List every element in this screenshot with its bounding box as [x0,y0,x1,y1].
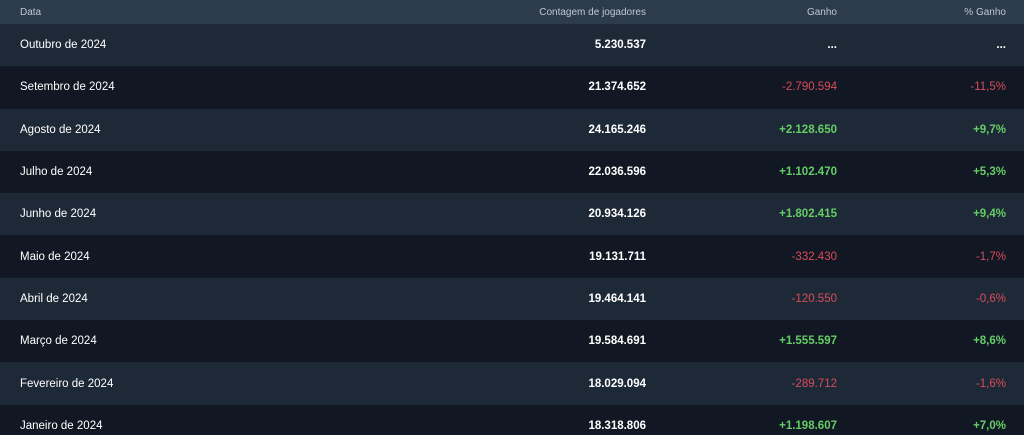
table-row: Agosto de 2024 24.165.246 +2.128.650 +9,… [0,108,1024,151]
row-gain: +1.802.415 [779,208,837,221]
table-row: Abril de 2024 19.464.141 -120.550 -0,6% [0,277,1024,321]
header-player-count[interactable]: Contagem de jogadores [360,7,646,18]
row-percent-gain: ... [996,39,1006,52]
table-row: Fevereiro de 2024 18.029.094 -289.712 -1… [0,362,1024,405]
row-gain: +2.128.650 [779,123,837,136]
row-date: Março de 2024 [20,335,97,348]
table-row: Junho de 2024 20.934.126 +1.802.415 +9,4… [0,193,1024,236]
row-gain: +1.102.470 [779,166,837,179]
header-percent-gain[interactable]: % Ganho [837,7,1006,18]
row-player-count: 18.029.094 [588,377,646,390]
row-player-count: 22.036.596 [588,166,646,179]
table-row: Janeiro de 2024 18.318.806 +1.198.607 +7… [0,404,1024,435]
row-gain: -332.430 [791,250,837,263]
row-gain: ... [827,39,837,52]
row-gain: +1.198.607 [779,419,837,432]
row-percent-gain: -11,5% [970,81,1006,94]
row-percent-gain: +8,6% [973,335,1006,348]
table-header: Data Contagem de jogadores Ganho % Ganho [0,0,1024,24]
row-date: Agosto de 2024 [20,123,101,136]
row-gain: +1.555.597 [779,335,837,348]
row-date: Janeiro de 2024 [20,419,103,432]
row-percent-gain: +7,0% [973,419,1006,432]
row-player-count: 5.230.537 [594,39,646,52]
row-date: Setembro de 2024 [20,81,115,94]
row-gain: -289.712 [791,377,837,390]
row-player-count: 24.165.246 [588,123,646,136]
header-gain[interactable]: Ganho [646,7,837,18]
row-player-count: 18.318.806 [588,419,646,432]
row-date: Junho de 2024 [20,208,97,221]
table-row: Setembro de 2024 21.374.652 -2.790.594 -… [0,66,1024,109]
row-percent-gain: -1,6% [975,377,1006,390]
row-date: Julho de 2024 [20,166,93,179]
row-date: Maio de 2024 [20,250,90,263]
row-percent-gain: +5,3% [973,166,1006,179]
table-row: Março de 2024 19.584.691 +1.555.597 +8,6… [0,320,1024,363]
row-player-count: 21.374.652 [588,81,646,94]
row-player-count: 19.464.141 [588,292,646,305]
row-date: Fevereiro de 2024 [20,377,114,390]
row-percent-gain: -0,6% [975,292,1006,305]
row-percent-gain: +9,4% [973,208,1006,221]
row-player-count: 19.584.691 [588,335,646,348]
row-date: Abril de 2024 [20,292,88,305]
table-row: Outubro de 2024 5.230.537 ... ... [0,24,1024,67]
header-date[interactable]: Data [0,7,360,18]
row-player-count: 19.131.711 [589,250,646,263]
row-percent-gain: -1,7% [975,250,1006,263]
table-row: Julho de 2024 22.036.596 +1.102.470 +5,3… [0,150,1024,194]
table-row: Maio de 2024 19.131.711 -332.430 -1,7% [0,235,1024,278]
row-gain: -120.550 [791,292,837,305]
row-date: Outubro de 2024 [20,39,107,52]
row-gain: -2.790.594 [782,81,837,94]
row-player-count: 20.934.126 [588,208,646,221]
player-count-table: Data Contagem de jogadores Ganho % Ganho… [0,0,1024,435]
row-percent-gain: +9,7% [973,123,1006,136]
